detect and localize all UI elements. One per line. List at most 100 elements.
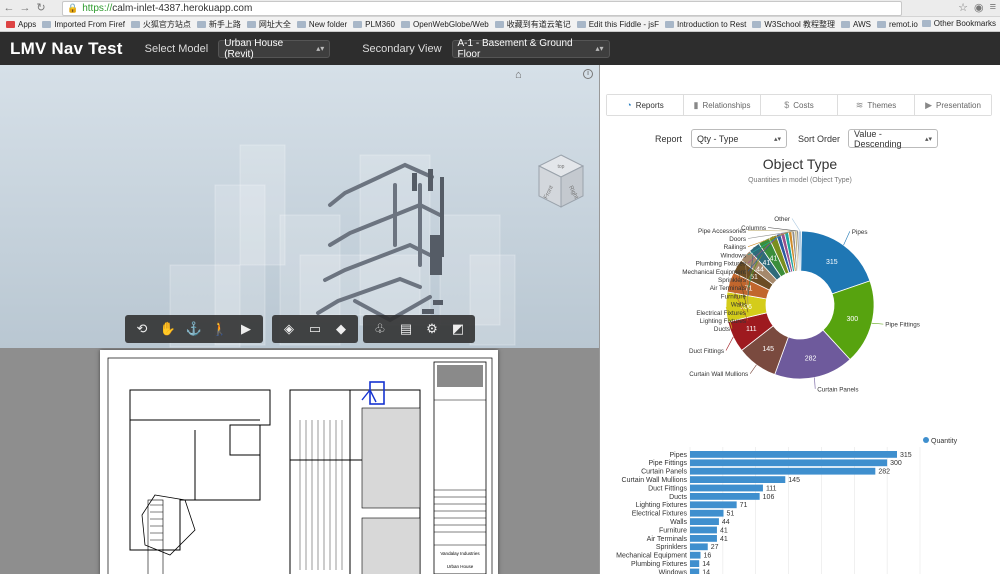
bar[interactable] xyxy=(690,467,876,475)
bar[interactable] xyxy=(690,551,701,559)
bar-value-label: 44 xyxy=(722,519,730,526)
bookmark-item[interactable]: Imported From Firef xyxy=(42,20,125,29)
orbit-icon[interactable]: ⟲ xyxy=(129,318,155,340)
tab-relationships[interactable]: ▮ Relationships xyxy=(684,95,761,115)
other-bookmarks-label: Other Bookmarks xyxy=(933,19,996,28)
bookmark-item[interactable]: 网址大全 xyxy=(246,19,291,30)
drawing-sheet[interactable]: Vandalay Industries Urban House xyxy=(100,350,498,574)
bar[interactable] xyxy=(690,535,717,542)
bar[interactable] xyxy=(690,459,888,467)
menu-icon[interactable]: ≡ xyxy=(990,1,996,14)
forward-icon[interactable]: → xyxy=(18,1,32,15)
properties-icon[interactable]: ▤ xyxy=(393,318,419,340)
bar[interactable] xyxy=(690,484,763,492)
pan-icon[interactable]: ✋ xyxy=(155,318,181,340)
tab-reports[interactable]: ◔ Reports xyxy=(607,95,684,115)
bar-category-label: Walls xyxy=(670,519,687,526)
model-scene[interactable] xyxy=(0,65,600,348)
bar-category-label: Pipe Fittings xyxy=(648,460,687,467)
pie-value-label: 44 xyxy=(756,266,764,273)
bar[interactable] xyxy=(690,501,737,509)
folder-icon xyxy=(246,20,256,28)
camera-icon[interactable]: ▶ xyxy=(233,318,259,340)
folder-icon xyxy=(494,20,504,28)
bookmark-label: Edit this Fiddle - jsF xyxy=(588,19,659,29)
pie-category-label: Air Terminals xyxy=(710,285,746,292)
tab-label: Relationships xyxy=(702,100,751,110)
pie-value-label: 300 xyxy=(847,316,859,323)
cube-icon[interactable]: ◆ xyxy=(328,318,354,340)
bar-value-label: 106 xyxy=(763,494,775,501)
bar-value-label: 111 xyxy=(766,485,777,492)
bar[interactable] xyxy=(690,518,719,525)
reload-icon[interactable]: ↻ xyxy=(34,1,48,15)
bookmark-item[interactable]: 火狐官方站点 xyxy=(130,19,191,30)
bar[interactable] xyxy=(690,509,724,517)
bookmark-item[interactable]: OpenWebGlobe/Web xyxy=(400,20,489,29)
bar[interactable] xyxy=(690,526,717,534)
bar[interactable] xyxy=(690,493,760,500)
zoom-icon[interactable]: ⚓ xyxy=(181,318,207,340)
tab-presentation[interactable]: ▶ Presentation xyxy=(915,95,991,115)
viewcube[interactable]: top Front Right xyxy=(536,153,586,211)
bookmark-item[interactable]: 新手上路 xyxy=(196,19,241,30)
reports-icon: ◔ xyxy=(626,100,632,110)
bookmark-item[interactable]: New folder xyxy=(296,19,348,29)
extension-icon[interactable]: ◉ xyxy=(974,1,984,14)
chevron-down-icon: ▴▾ xyxy=(316,44,325,53)
star-icon[interactable]: ☆ xyxy=(958,1,968,14)
pie-slice[interactable] xyxy=(798,230,802,272)
tab-themes[interactable]: ≋ Themes xyxy=(838,95,915,115)
bar-value-label: 14 xyxy=(702,561,710,568)
bookmark-item[interactable]: remot.io xyxy=(876,20,918,29)
info-icon[interactable]: i xyxy=(583,69,593,79)
sort-select[interactable]: Value - Descending ▴▾ xyxy=(848,129,938,149)
bookmark-item[interactable]: AWS xyxy=(841,20,871,29)
viewer-2d[interactable]: Vandalay Industries Urban House xyxy=(0,348,600,574)
settings-icon[interactable]: ⚙ xyxy=(419,318,445,340)
report-select[interactable]: Qty - Type ▴▾ xyxy=(691,129,787,148)
url-host: calm-inlet-4387.herokuapp.com xyxy=(112,3,253,14)
bookmark-label: 网址大全 xyxy=(258,19,291,29)
viewer-3d[interactable]: ⌂ i top Front Right ⟲ ✋ ⚓ 🚶 ▶ ◈ ▭ ◆ ♧ ▤ … xyxy=(0,65,600,348)
chevron-down-icon: ▴▾ xyxy=(924,135,932,143)
report-label: Report xyxy=(655,134,683,144)
play-icon: ▶ xyxy=(925,99,932,110)
settings-toolbar: ♧ ▤ ⚙ ◩ xyxy=(363,315,475,343)
folder-icon xyxy=(752,20,762,28)
bookmark-item[interactable]: Introduction to Rest xyxy=(664,20,746,29)
tab-costs[interactable]: $ Costs xyxy=(761,95,838,115)
other-bookmarks[interactable]: Other Bookmarks xyxy=(921,19,996,28)
bookmark-item[interactable]: Edit this Fiddle - jsF xyxy=(576,19,659,29)
bookmark-apps[interactable]: Apps xyxy=(6,20,36,29)
model-select[interactable]: Urban House (Revit) ▴▾ xyxy=(218,38,331,60)
view-select[interactable]: A-1 - Basement & Ground Floor ▴▾ xyxy=(451,37,610,60)
bookmark-item[interactable]: W3School 教程整理 xyxy=(752,19,835,30)
bookmark-item[interactable]: PLM360 xyxy=(353,20,395,29)
bar[interactable] xyxy=(690,476,786,483)
navigation-toolbar: ⟲ ✋ ⚓ 🚶 ▶ xyxy=(125,315,263,343)
extensions: ☆ ◉ ≡ xyxy=(958,1,996,14)
fullscreen-icon[interactable]: ◩ xyxy=(445,318,471,340)
home-icon[interactable]: ⌂ xyxy=(515,69,522,81)
bar[interactable] xyxy=(690,568,700,574)
pie-leader-line xyxy=(871,322,884,325)
address-bar[interactable]: 🔒 https://calm-inlet-4387.herokuapp.com xyxy=(62,1,902,16)
bar-category-label: Curtain Panels xyxy=(641,469,687,476)
model-label: Select Model xyxy=(144,42,209,55)
bookmark-label: New folder xyxy=(308,19,348,29)
back-icon[interactable]: ← xyxy=(2,1,16,15)
bar[interactable] xyxy=(690,543,708,551)
pie-category-label: Columns xyxy=(741,225,766,232)
bookmark-item[interactable]: 收藏到有道云笔记 xyxy=(494,19,571,30)
view-select-value: A-1 - Basement & Ground Floor xyxy=(457,37,573,60)
pie-category-label: Doors xyxy=(729,236,746,243)
walk-icon[interactable]: 🚶 xyxy=(207,318,233,340)
structure-icon[interactable]: ♧ xyxy=(367,318,393,340)
bar[interactable] xyxy=(690,560,700,567)
bar-value-label: 300 xyxy=(890,460,902,467)
explode-icon[interactable]: ◈ xyxy=(276,318,302,340)
bar-value-label: 41 xyxy=(720,536,728,543)
bar[interactable] xyxy=(690,451,897,458)
section-icon[interactable]: ▭ xyxy=(302,318,328,340)
